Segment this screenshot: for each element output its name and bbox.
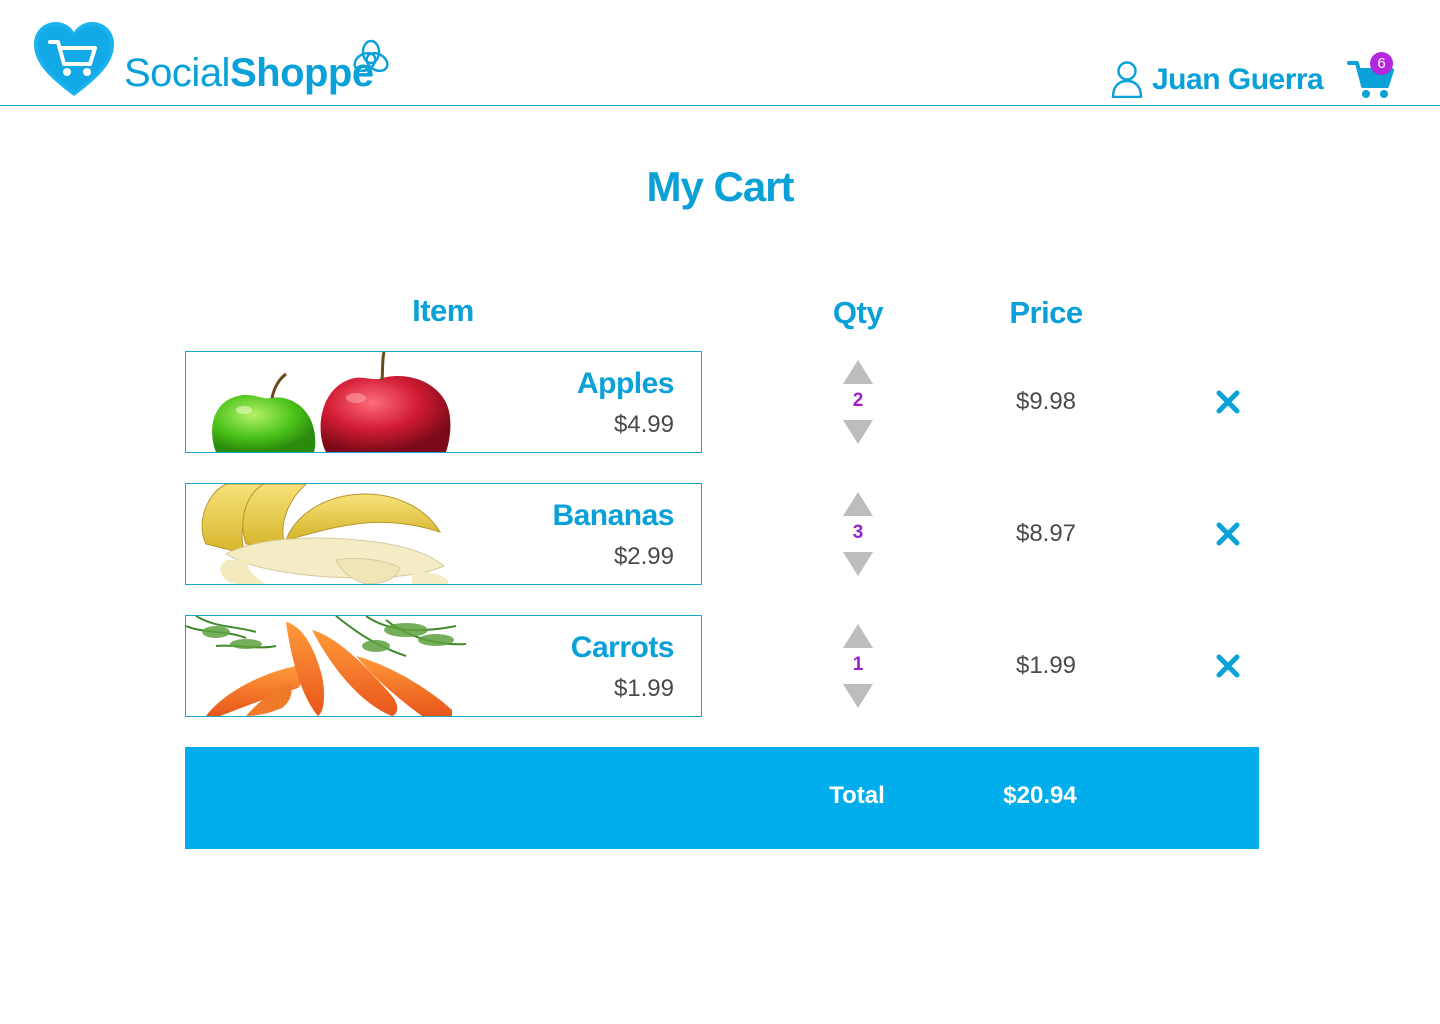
item-name[interactable]: Bananas [552, 498, 674, 534]
item-name[interactable]: Apples [577, 366, 675, 402]
quantity-value: 1 [852, 654, 864, 675]
close-icon[interactable] [1215, 521, 1241, 547]
page-title: My Cart [646, 163, 794, 210]
triangle-down-icon[interactable] [842, 683, 874, 709]
triangle-down-icon[interactable] [842, 551, 874, 577]
user-icon[interactable] [1111, 60, 1143, 98]
knot-icon [353, 39, 389, 73]
cart-page: SocialShoppe Juan Guerra 6 My Cart Item … [0, 0, 1440, 1024]
brand-name-part1: Social [124, 51, 230, 95]
column-header-qty: Qty [832, 295, 884, 330]
item-card[interactable]: Bananas $2.99 [185, 483, 702, 585]
total-label: Total [829, 782, 885, 809]
item-card[interactable]: Apples $4.99 [185, 351, 702, 453]
triangle-down-icon[interactable] [842, 419, 874, 445]
column-header-item: Item [412, 293, 474, 328]
user-name[interactable]: Juan Guerra [1152, 62, 1324, 98]
triangle-up-icon[interactable] [842, 359, 874, 385]
cart-row: Bananas $2.99 3 $8.97 [185, 483, 1265, 585]
carrots-image [186, 616, 467, 716]
quantity-value: 2 [852, 390, 864, 411]
close-icon[interactable] [1215, 653, 1241, 679]
item-card[interactable]: Carrots $1.99 [185, 615, 702, 717]
item-unit-price: $1.99 [613, 675, 674, 702]
triangle-up-icon[interactable] [842, 623, 874, 649]
item-unit-price: $4.99 [613, 411, 674, 438]
apples-image [212, 352, 451, 452]
line-total: $1.99 [1015, 652, 1077, 679]
line-total: $8.97 [1015, 520, 1077, 547]
column-header-price: Price [1009, 295, 1083, 330]
quantity-value: 3 [852, 522, 864, 543]
top-header: SocialShoppe Juan Guerra 6 [0, 0, 1440, 106]
bananas-image [201, 484, 448, 584]
cart-count-badge[interactable]: 6 [1370, 52, 1393, 75]
close-icon[interactable] [1215, 389, 1241, 415]
total-value: $20.94 [1003, 782, 1077, 809]
cart-row: Carrots $1.99 1 $1.99 [185, 615, 1265, 717]
heart-cart-icon[interactable] [34, 22, 114, 98]
line-total: $9.98 [1015, 388, 1077, 415]
item-unit-price: $2.99 [613, 543, 674, 570]
triangle-up-icon[interactable] [842, 491, 874, 517]
brand-name[interactable]: SocialShoppe [124, 50, 374, 96]
item-name[interactable]: Carrots [571, 630, 675, 666]
total-bar: Total $20.94 [185, 747, 1259, 849]
cart-row: Apples $4.99 2 $9.98 [185, 351, 1265, 453]
